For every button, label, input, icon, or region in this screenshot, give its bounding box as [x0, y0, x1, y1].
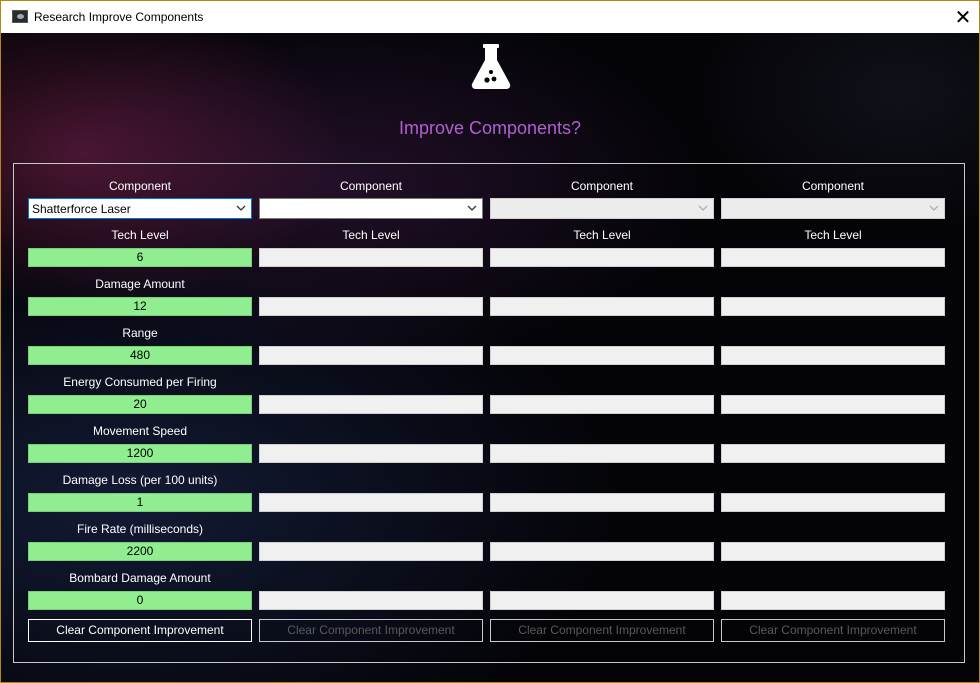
stat-value-field — [490, 346, 714, 365]
stat-label-fire-rate: Fire Rate (milliseconds) — [76, 522, 204, 536]
stat-value-movement-speed: 1200 — [28, 444, 252, 463]
component-label: Component — [801, 179, 865, 193]
tech-level-label: Tech Level — [804, 228, 862, 242]
component-select[interactable]: Shatterforce Laser — [28, 198, 252, 219]
tech-level-label: Tech Level — [573, 228, 631, 242]
stat-value-energy-consumed: 20 — [28, 395, 252, 414]
tech-level-value — [490, 248, 714, 267]
tech-level-value — [259, 248, 483, 267]
stat-value-field — [721, 542, 945, 561]
tech-level-label: Tech Level — [111, 228, 169, 242]
clear-component-improvement-button[interactable]: Clear Component Improvement — [721, 619, 945, 642]
component-select-value: Shatterforce Laser — [32, 202, 131, 216]
stat-value-field — [259, 591, 483, 610]
chevron-down-icon — [929, 205, 939, 211]
component-select[interactable] — [721, 198, 945, 219]
stat-label-energy-consumed: Energy Consumed per Firing — [63, 375, 217, 389]
close-icon: ✕ — [954, 6, 972, 29]
stat-value-field — [259, 346, 483, 365]
stat-value-field — [721, 395, 945, 414]
stat-value-field — [490, 542, 714, 561]
component-label: Component — [108, 179, 172, 193]
stat-label-movement-speed: Movement Speed — [92, 424, 188, 438]
stat-value-field — [259, 493, 483, 512]
tech-level-value — [721, 248, 945, 267]
stat-value-damage-loss: 1 — [28, 493, 252, 512]
stat-value-field — [721, 493, 945, 512]
stat-label-damage-amount: Damage Amount — [95, 277, 185, 291]
component-label: Component — [570, 179, 634, 193]
clear-component-improvement-button[interactable]: Clear Component Improvement — [259, 619, 483, 642]
stat-value-fire-rate: 2200 — [28, 542, 252, 561]
window-title: Research Improve Components — [34, 10, 204, 24]
stat-value-field — [259, 542, 483, 561]
page-heading: Improve Components? — [398, 118, 582, 138]
stat-value-field — [259, 297, 483, 316]
flask-icon — [471, 44, 511, 89]
research-improve-components-window: Research Improve Components ✕ Improve Co… — [0, 0, 980, 683]
stat-value-field — [721, 591, 945, 610]
stat-value-field — [721, 444, 945, 463]
stat-value-field — [490, 591, 714, 610]
close-button[interactable]: ✕ — [947, 1, 979, 33]
stat-value-field — [490, 444, 714, 463]
title-bar[interactable]: Research Improve Components ✕ — [1, 1, 979, 33]
stat-value-field — [721, 346, 945, 365]
stat-value-bombard-damage: 0 — [28, 591, 252, 610]
stat-value-field — [721, 297, 945, 316]
galaxy-app-icon — [12, 10, 28, 23]
stat-value-range: 480 — [28, 346, 252, 365]
stat-value-field — [490, 493, 714, 512]
chevron-down-icon — [698, 205, 708, 211]
tech-level-value: 6 — [28, 248, 252, 267]
stat-value-field — [490, 395, 714, 414]
stat-value-field — [490, 297, 714, 316]
stat-label-range: Range — [122, 326, 158, 340]
clear-component-improvement-button[interactable]: Clear Component Improvement — [490, 619, 714, 642]
component-select[interactable] — [259, 198, 483, 219]
clear-component-improvement-button[interactable]: Clear Component Improvement — [28, 619, 252, 642]
chevron-down-icon — [236, 205, 246, 211]
stat-label-bombard-damage: Bombard Damage Amount — [69, 571, 211, 585]
stat-label-damage-loss: Damage Loss (per 100 units) — [62, 473, 218, 487]
component-label: Component — [339, 179, 403, 193]
stat-value-field — [259, 395, 483, 414]
stat-value-damage-amount: 12 — [28, 297, 252, 316]
stat-value-field — [259, 444, 483, 463]
tech-level-label: Tech Level — [342, 228, 400, 242]
main-content: Improve Components? Component Shatterfor… — [1, 33, 979, 682]
components-panel: Component Shatterforce Laser Tech Level … — [13, 163, 965, 663]
chevron-down-icon — [467, 205, 477, 211]
component-select[interactable] — [490, 198, 714, 219]
